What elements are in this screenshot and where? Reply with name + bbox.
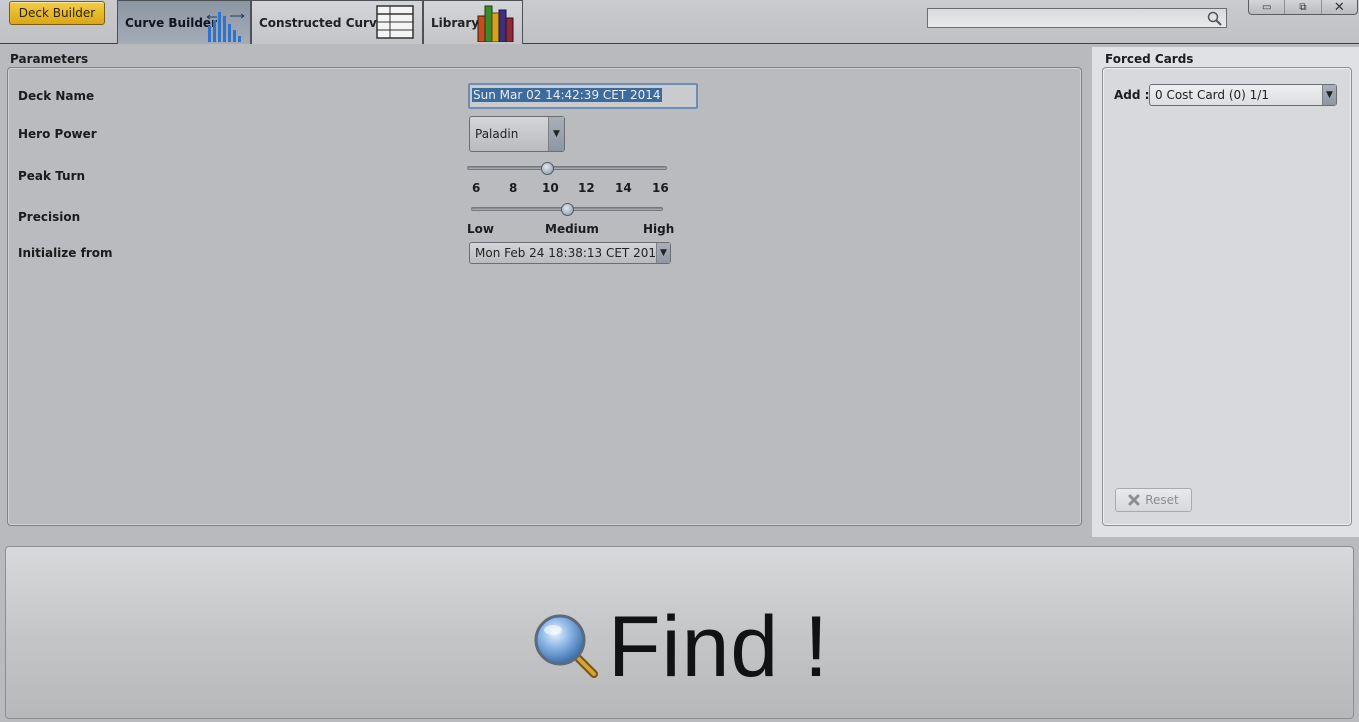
peak-turn-tick: 16 xyxy=(652,181,669,195)
magnifier-icon xyxy=(534,614,598,678)
precision-tick: Low xyxy=(467,222,494,236)
tab-curve-builder[interactable]: Curve Builder xyxy=(117,0,251,44)
initialize-from-value: Mon Feb 24 18:38:13 CET 2014 xyxy=(475,246,656,260)
deck-name-label: Deck Name xyxy=(18,89,95,103)
search-input[interactable] xyxy=(928,9,1198,27)
hero-power-label: Hero Power xyxy=(18,127,97,141)
bar-chart-icon xyxy=(206,12,245,42)
chevron-down-icon[interactable]: ▼ xyxy=(548,117,564,151)
tab-label: Curve Builder xyxy=(125,15,217,30)
peak-turn-slider-track[interactable] xyxy=(467,166,667,170)
tab-label: Library xyxy=(431,15,480,30)
close-x-icon xyxy=(1128,494,1140,506)
hero-power-value: Paladin xyxy=(475,127,519,141)
restore-icon[interactable]: ⧉ xyxy=(1285,0,1322,14)
precision-tick: Medium xyxy=(545,222,599,236)
find-label: Find ! xyxy=(607,598,830,695)
deck-name-input[interactable]: Sun Mar 02 14:42:39 CET 2014 xyxy=(468,83,698,109)
add-card-value: 0 Cost Card (0) 1/1 xyxy=(1155,88,1269,102)
deck-builder-button[interactable]: Deck Builder xyxy=(9,1,105,25)
peak-turn-tick: 12 xyxy=(578,181,595,195)
tab-constructed-curves[interactable]: Constructed Curves xyxy=(251,0,423,44)
forced-cards-panel xyxy=(1102,67,1352,526)
peak-turn-tick: 6 xyxy=(472,181,481,195)
table-icon xyxy=(376,5,414,39)
top-bar: Deck Builder Curve Builder Constructed C… xyxy=(0,0,1359,44)
search-icon[interactable] xyxy=(1207,11,1222,26)
chevron-down-icon[interactable]: ▼ xyxy=(656,243,670,263)
chevron-down-icon[interactable]: ▼ xyxy=(1322,85,1336,105)
peak-turn-tick: 10 xyxy=(542,181,559,195)
initialize-from-select[interactable]: Mon Feb 24 18:38:13 CET 2014 ▼ xyxy=(469,242,671,264)
parameters-title: Parameters xyxy=(10,52,89,66)
hero-power-select[interactable]: Paladin ▼ xyxy=(469,116,565,152)
peak-turn-label: Peak Turn xyxy=(18,169,86,183)
precision-tick: High xyxy=(643,222,675,236)
peak-turn-tick: 14 xyxy=(615,181,632,195)
find-button[interactable]: Find ! xyxy=(5,546,1354,719)
find-content: Find ! xyxy=(532,604,829,690)
initialize-from-label: Initialize from xyxy=(18,246,113,260)
tab-library[interactable]: Library xyxy=(423,0,523,44)
tab-label: Constructed Curves xyxy=(259,15,393,30)
close-icon[interactable]: ✕ xyxy=(1322,0,1357,15)
minimize-icon[interactable]: ▭ xyxy=(1249,0,1286,14)
search-field[interactable] xyxy=(927,8,1227,28)
peak-turn-slider-thumb[interactable] xyxy=(540,162,554,175)
add-card-select[interactable]: 0 Cost Card (0) 1/1 ▼ xyxy=(1149,84,1337,106)
precision-label: Precision xyxy=(18,210,81,224)
window-controls: ▭ ⧉ ✕ xyxy=(1248,0,1358,15)
forced-cards-title: Forced Cards xyxy=(1105,52,1194,66)
peak-turn-tick: 8 xyxy=(509,181,518,195)
books-icon xyxy=(477,5,514,42)
add-card-label: Add : xyxy=(1114,88,1150,102)
reset-button[interactable]: Reset xyxy=(1115,488,1192,512)
reset-label: Reset xyxy=(1145,493,1179,507)
precision-slider-thumb[interactable] xyxy=(561,203,574,216)
deck-name-value: Sun Mar 02 14:42:39 CET 2014 xyxy=(472,88,662,102)
